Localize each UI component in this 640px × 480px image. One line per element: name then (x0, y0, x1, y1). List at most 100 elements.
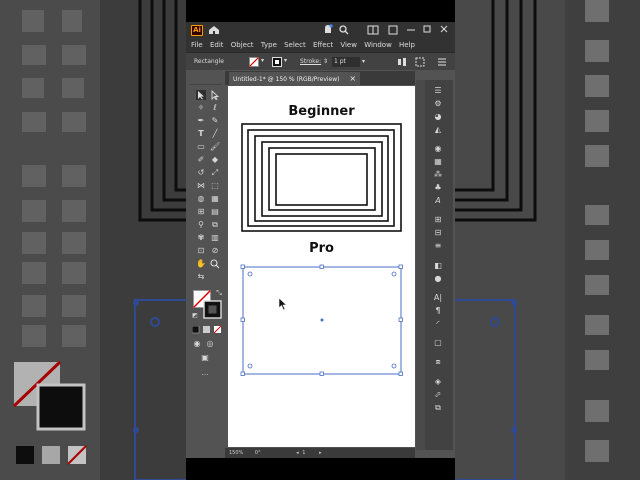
search-icon[interactable] (339, 25, 349, 35)
symbol-sprayer-tool-icon[interactable]: ✾ (196, 233, 206, 243)
paragraph-icon[interactable]: ¶ (431, 306, 445, 316)
graphic-styles-icon[interactable]: A (431, 196, 445, 206)
artboard-tool-icon[interactable]: ⊡ (196, 246, 206, 256)
gradient-tool-icon[interactable]: ▤ (210, 207, 220, 217)
edit-toolbar-icon[interactable]: ⇆ (196, 272, 206, 282)
maximize-icon[interactable] (422, 24, 432, 34)
selection-tool-icon[interactable] (196, 90, 206, 100)
layers-panel-icon[interactable]: ⚙ (431, 99, 445, 109)
document-tab[interactable]: Untitled-1* @ 150 % (RGB/Preview) × (229, 72, 361, 85)
close-icon[interactable] (439, 24, 449, 34)
scale-tool-icon[interactable]: ⤢ (210, 168, 220, 178)
selected-rectangle[interactable] (228, 86, 415, 447)
perspective-grid-tool-icon[interactable]: ▦ (210, 194, 220, 204)
menu-view[interactable]: View (340, 38, 357, 52)
export-icon[interactable]: ⧈ (431, 357, 445, 367)
menu-select[interactable]: Select (284, 38, 306, 52)
more-tools-icon[interactable]: ··· (200, 370, 210, 380)
links-icon[interactable]: ⬀ (431, 390, 445, 400)
width-tool-icon[interactable]: ⋈ (196, 181, 206, 191)
pathfinder-icon[interactable]: ≡ (431, 241, 445, 251)
screen-mode-icon[interactable]: ▣ (200, 353, 210, 363)
default-colors-icon[interactable]: ◩ (190, 311, 200, 321)
curvature-tool-icon[interactable]: ✎ (210, 116, 220, 126)
line-tool-icon[interactable]: ╱ (210, 129, 220, 139)
stroke-weight-dropdown-icon[interactable]: ▾ (362, 53, 365, 71)
stroke-label[interactable]: Stroke: (300, 53, 321, 71)
draw-behind-icon[interactable]: ◎ (205, 339, 215, 349)
rectangle-tool-icon[interactable]: ▭ (196, 142, 206, 152)
artboard-number[interactable]: 1 (302, 450, 305, 456)
swatches-icon[interactable]: ▦ (431, 157, 445, 167)
fill-swatch[interactable] (249, 57, 259, 67)
transparency-icon[interactable]: ◧ (431, 261, 445, 271)
letterbox-top (186, 0, 455, 22)
stroke-swatch[interactable] (272, 57, 282, 67)
rotation-value[interactable]: 0° (255, 450, 261, 456)
mesh-tool-icon[interactable]: ⊞ (196, 207, 206, 217)
gradient-panel-icon[interactable]: ◭ (431, 125, 445, 135)
artboard[interactable]: Beginner Pro (228, 86, 415, 447)
pen-tool-icon[interactable]: ✒ (196, 116, 206, 126)
menu-edit[interactable]: Edit (210, 38, 224, 52)
menu-window[interactable]: Window (364, 38, 392, 52)
menu-type[interactable]: Type (261, 38, 277, 52)
eyedropper-tool-icon[interactable]: ⚲ (196, 220, 206, 230)
eraser-tool-icon[interactable]: ◆ (210, 155, 220, 165)
artboard-next-icon[interactable]: ▸ (319, 450, 322, 456)
paintbrush-tool-icon[interactable]: 🖌 (210, 142, 220, 152)
direct-selection-tool-icon[interactable] (210, 89, 220, 101)
color-guide-icon[interactable]: ◕ (431, 112, 445, 122)
hand-tool-icon[interactable]: ✋ (196, 259, 206, 269)
symbols-icon[interactable]: ♣ (431, 183, 445, 193)
blend-tool-icon[interactable]: ⧉ (210, 220, 220, 230)
align-panel-icon[interactable]: ⊟ (431, 228, 445, 238)
close-tab-icon[interactable]: × (349, 74, 356, 83)
stroke-panel-icon[interactable]: ● (431, 274, 445, 284)
menu-bar: File Edit Object Type Select Effect View… (186, 38, 455, 52)
swap-fill-stroke-icon[interactable]: ⤡ (214, 288, 224, 298)
menu-file[interactable]: File (191, 38, 203, 52)
opentype-icon[interactable]: ◜ (431, 319, 445, 329)
stroke-stepper-icon[interactable]: ⇕ (323, 53, 328, 71)
stroke-dropdown-icon[interactable]: ▾ (284, 52, 287, 70)
slice-tool-icon[interactable]: ⊘ (210, 246, 220, 256)
transform-icon[interactable] (415, 57, 425, 67)
zoom-tool-icon[interactable] (210, 259, 220, 269)
home-icon[interactable] (208, 25, 220, 35)
properties-icon[interactable]: ☰ (431, 86, 445, 96)
arrange-documents-icon[interactable] (367, 25, 379, 35)
column-graph-tool-icon[interactable]: ▥ (210, 233, 220, 243)
scrollbar-vertical[interactable] (416, 80, 425, 450)
rotate-tool-icon[interactable]: ↺ (196, 168, 206, 178)
tools-panel: ✧ ℓ ✒ ✎ T ╱ ▭ 🖌 ✐ ◆ ↺ ⤢ ⋈ ⬚ ◍ ▦ ⊞ ▤ ⚲ ⧉ … (188, 82, 224, 412)
artboards-panel-icon[interactable]: ⧉ (431, 403, 445, 413)
fill-dropdown-icon[interactable]: ▾ (261, 52, 264, 70)
zoom-level[interactable]: 150% (229, 450, 243, 456)
image-trace-icon[interactable]: ▢ (431, 338, 445, 348)
workspace-icon[interactable] (388, 25, 398, 35)
libraries-icon[interactable]: ◈ (431, 377, 445, 387)
shape-builder-tool-icon[interactable]: ◍ (196, 194, 206, 204)
menu-object[interactable]: Object (231, 38, 254, 52)
menu-effect[interactable]: Effect (313, 38, 333, 52)
stroke-weight-field[interactable]: 1 pt (332, 57, 360, 67)
share-icon[interactable] (323, 24, 333, 35)
shaper-tool-icon[interactable]: ✐ (196, 155, 206, 165)
color-mode-buttons[interactable] (192, 326, 222, 334)
panel-menu-icon[interactable] (437, 58, 447, 66)
draw-mode-icon[interactable]: ◉ (192, 339, 202, 349)
lasso-tool-icon[interactable]: ℓ (210, 103, 220, 113)
status-bar: 150% 0° ◂ 1 ▸ (225, 448, 415, 458)
brushes-icon[interactable]: ⁂ (431, 170, 445, 180)
artboard-navigation-icon[interactable]: ◂ (296, 450, 299, 456)
minimize-icon[interactable] (406, 26, 416, 34)
color-panel-icon[interactable]: ◉ (431, 144, 445, 154)
menu-help[interactable]: Help (399, 38, 415, 52)
character-icon[interactable]: A| (431, 293, 445, 303)
magic-wand-tool-icon[interactable]: ✧ (196, 103, 206, 113)
type-tool-icon[interactable]: T (196, 129, 206, 139)
appearance-icon[interactable]: ⊞ (431, 215, 445, 225)
free-transform-tool-icon[interactable]: ⬚ (210, 181, 220, 191)
align-icon[interactable] (397, 57, 407, 67)
